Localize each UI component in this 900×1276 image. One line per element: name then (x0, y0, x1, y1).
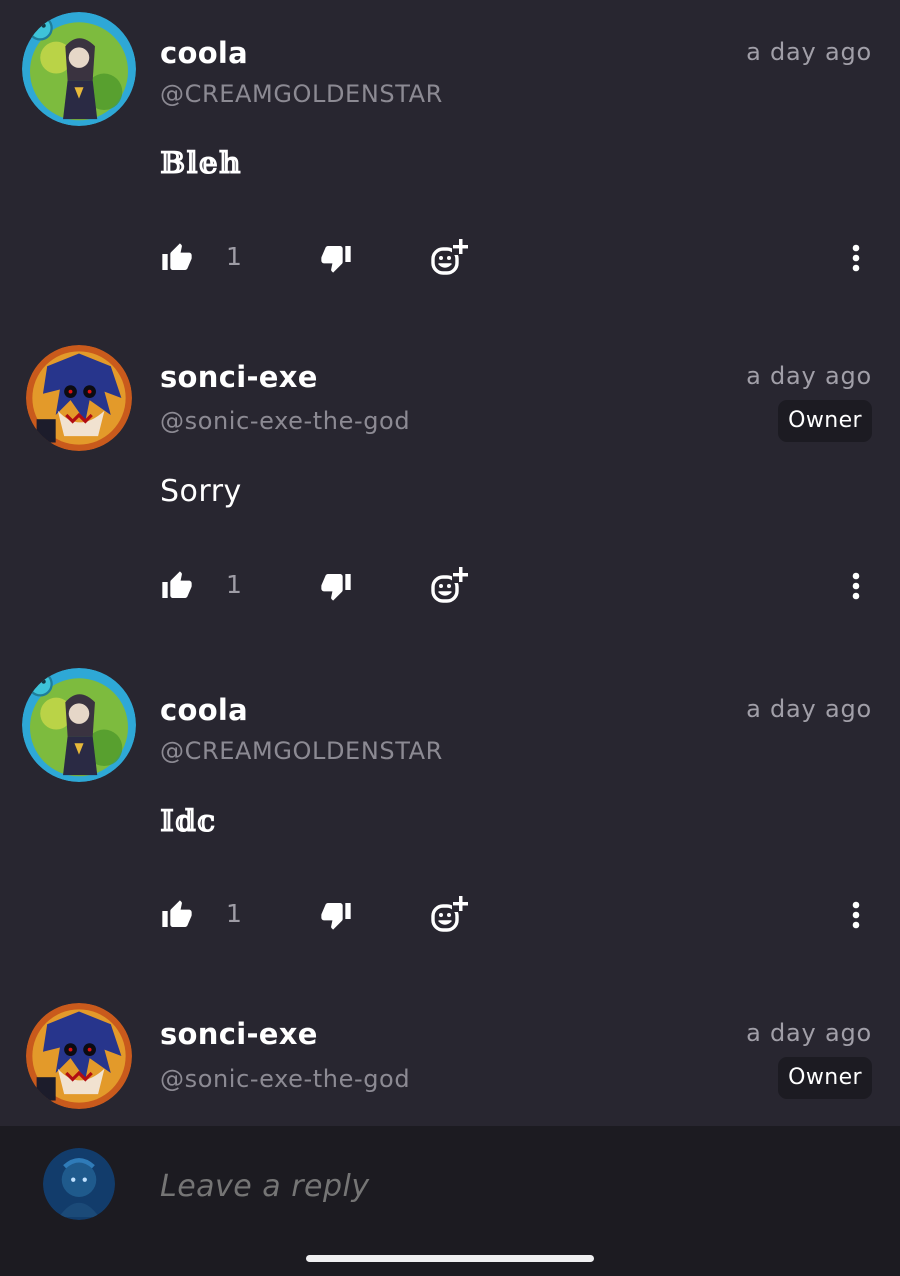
user-avatar[interactable] (22, 12, 136, 126)
thumbs-down-icon (320, 242, 352, 274)
add-reaction-icon (430, 895, 470, 935)
comment-feed[interactable]: coola @CREAMGOLDENSTAR a day ago 𝔹𝕝𝕖𝕙 1 … (0, 0, 900, 1126)
comment-author-handle: @sonic-exe-the-god (160, 407, 411, 435)
more-options-button[interactable] (838, 564, 874, 608)
thumbs-down-icon (320, 899, 352, 931)
more-options-button[interactable] (838, 236, 874, 280)
comment-actions: 1 (0, 564, 900, 608)
system-navigation-area (0, 1240, 900, 1276)
like-button[interactable] (158, 893, 196, 937)
current-user-avatar[interactable] (43, 1148, 115, 1220)
comment-author-handle: @sonic-exe-the-god (160, 1065, 411, 1093)
dislike-button[interactable] (317, 564, 355, 608)
more-vertical-icon (852, 244, 860, 272)
comment-text: 𝔹𝕝𝕖𝕙 (160, 146, 242, 181)
add-reaction-button[interactable] (428, 893, 472, 937)
more-options-button[interactable] (838, 893, 874, 937)
owner-badge: Owner (778, 400, 872, 442)
comment-timestamp: a day ago (746, 1019, 872, 1047)
like-button[interactable] (158, 236, 196, 280)
comment-timestamp: a day ago (746, 695, 872, 723)
home-indicator[interactable] (306, 1255, 594, 1262)
thumbs-up-icon (161, 242, 193, 274)
user-avatar[interactable] (22, 668, 136, 782)
add-reaction-icon (430, 238, 470, 278)
reply-bar (0, 1126, 900, 1240)
comment-author-name[interactable]: sonci-exe (160, 360, 318, 394)
comment-author-handle: @CREAMGOLDENSTAR (160, 80, 443, 108)
comment-timestamp: a day ago (746, 362, 872, 390)
comment-author-name[interactable]: coola (160, 36, 248, 70)
comment-text: Sorry (160, 474, 242, 509)
comment-actions: 1 (0, 236, 900, 280)
add-reaction-button[interactable] (428, 236, 472, 280)
user-avatar[interactable] (26, 1003, 132, 1109)
comment-author-name[interactable]: coola (160, 693, 248, 727)
thumbs-up-icon (161, 570, 193, 602)
comment-timestamp: a day ago (746, 38, 872, 66)
comment-author-name[interactable]: sonci-exe (160, 1017, 318, 1051)
like-count: 1 (226, 242, 242, 271)
dislike-button[interactable] (317, 236, 355, 280)
owner-badge: Owner (778, 1057, 872, 1099)
comment-text: 𝕀𝕕𝕔 (160, 804, 217, 839)
more-vertical-icon (852, 572, 860, 600)
comment-author-handle: @CREAMGOLDENSTAR (160, 737, 443, 765)
comment-actions: 1 (0, 893, 900, 937)
more-vertical-icon (852, 901, 860, 929)
like-button[interactable] (158, 564, 196, 608)
reply-input[interactable] (160, 1164, 860, 1208)
like-count: 1 (226, 570, 242, 599)
add-reaction-icon (430, 566, 470, 606)
like-count: 1 (226, 899, 242, 928)
thumbs-down-icon (320, 570, 352, 602)
thumbs-up-icon (161, 899, 193, 931)
user-avatar[interactable] (26, 345, 132, 451)
add-reaction-button[interactable] (428, 564, 472, 608)
dislike-button[interactable] (317, 893, 355, 937)
